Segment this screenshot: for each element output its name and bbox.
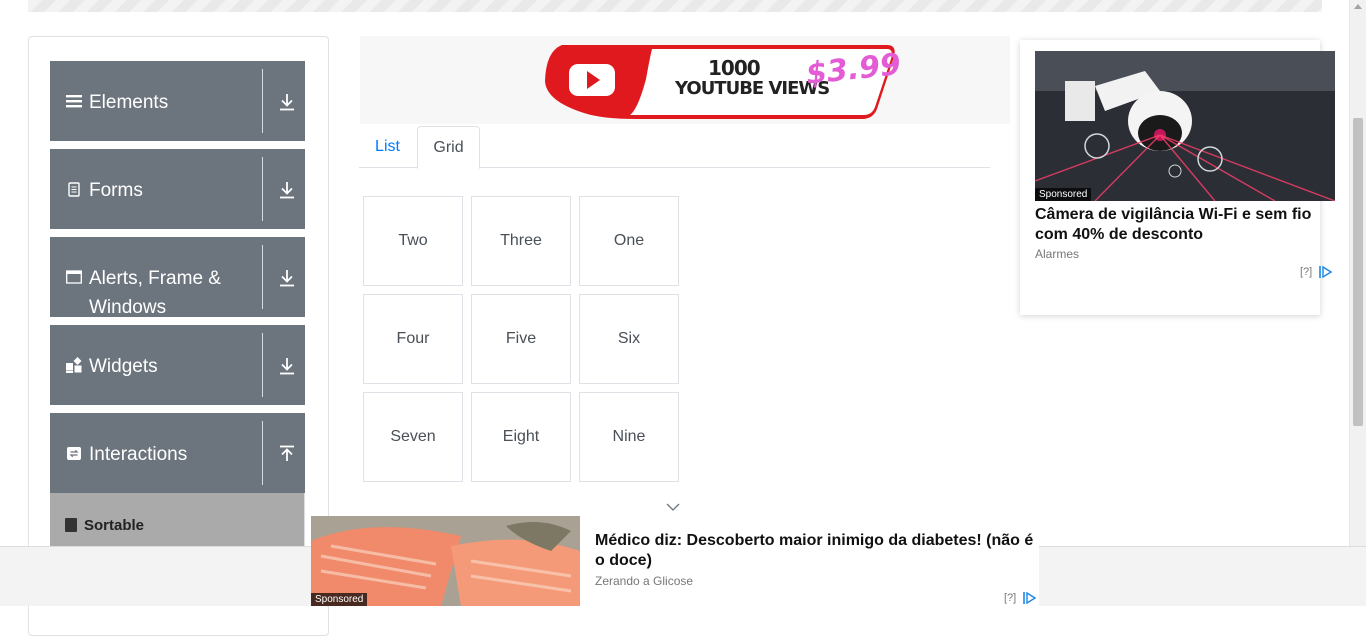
- grid-item[interactable]: Nine: [579, 392, 679, 482]
- form-icon: [66, 181, 82, 197]
- banner-ad-line1: 1000: [708, 56, 761, 80]
- download-arrow-icon[interactable]: [278, 269, 296, 287]
- menu-group-interactions[interactable]: Interactions: [50, 413, 305, 493]
- grid-item[interactable]: One: [579, 196, 679, 286]
- menu-item-sortable[interactable]: Sortable: [50, 493, 305, 553]
- bottom-sponsored-ad[interactable]: Sponsored Médico diz: Descoberto maior i…: [311, 516, 1039, 606]
- grid-item[interactable]: Six: [579, 294, 679, 384]
- download-arrow-icon[interactable]: [278, 357, 296, 375]
- divider: [262, 245, 263, 309]
- grid-item[interactable]: Four: [363, 294, 463, 384]
- menu-group-label: Interactions: [89, 444, 188, 465]
- ad-headline[interactable]: Câmera de vigilância Wi-Fi e sem fio com…: [1035, 205, 1320, 245]
- security-camera-image: Sponsored: [1035, 51, 1335, 201]
- sponsored-label: Sponsored: [1035, 188, 1092, 201]
- grid-item[interactable]: Seven: [363, 392, 463, 482]
- menu-group-label: Alerts, Frame & Windows: [89, 268, 221, 318]
- divider: [262, 333, 263, 397]
- grid-item[interactable]: Three: [471, 196, 571, 286]
- menu-group-label: Widgets: [89, 356, 158, 377]
- vertical-scrollbar[interactable]: [1349, 0, 1366, 606]
- grid-item[interactable]: Eight: [471, 392, 571, 482]
- menu-group-alerts-frame-windows[interactable]: Alerts, Frame & Windows: [50, 237, 305, 318]
- grid-item[interactable]: Five: [471, 294, 571, 384]
- ad-source[interactable]: Zerando a Glicose: [595, 574, 693, 588]
- scroll-up-arrow-icon[interactable]: [1354, 4, 1362, 9]
- fish-fillet-image: Sponsored: [311, 516, 580, 606]
- download-arrow-icon[interactable]: [278, 181, 296, 199]
- sponsored-label: Sponsored: [311, 593, 368, 606]
- divider: [262, 421, 263, 485]
- scroll-thumb[interactable]: [1353, 118, 1363, 426]
- ad-info-link[interactable]: [?]: [1004, 592, 1016, 604]
- list-grid-tabs: List Grid: [359, 126, 990, 169]
- menu-group-elements[interactable]: Elements: [50, 61, 305, 141]
- chevron-down-icon[interactable]: [666, 500, 680, 514]
- interactions-icon: [66, 445, 82, 461]
- divider: [262, 69, 263, 133]
- menu-group-widgets[interactable]: Widgets: [50, 325, 305, 405]
- upload-arrow-icon[interactable]: [278, 445, 296, 463]
- security-camera-illustration: [1035, 51, 1335, 201]
- menu-item-label: Sortable: [84, 517, 145, 534]
- ad-info-link[interactable]: [?]: [1300, 266, 1312, 278]
- adchoices-icon[interactable]: [1022, 591, 1036, 605]
- download-arrow-icon[interactable]: [278, 93, 296, 111]
- widgets-icon: [66, 357, 82, 373]
- window-icon: [66, 269, 82, 285]
- tab-grid[interactable]: Grid: [417, 126, 480, 169]
- ad-headline[interactable]: Médico diz: Descoberto maior inimigo da …: [595, 531, 1039, 571]
- adchoices-icon[interactable]: [1318, 265, 1332, 279]
- menu-group-forms[interactable]: Forms: [50, 149, 305, 229]
- banner-ad[interactable]: 1000 YOUTUBE VIEWS $3.99: [360, 36, 1010, 124]
- list-icon: [66, 93, 82, 109]
- menu-group-label: Elements: [89, 92, 169, 113]
- html5-icon: [65, 518, 77, 532]
- divider: [262, 157, 263, 221]
- right-sponsored-ad[interactable]: Sponsored Câmera de vigilância Wi-Fi e s…: [1020, 40, 1335, 315]
- grid-item[interactable]: Two: [363, 196, 463, 286]
- top-decorative-strip: [28, 0, 1322, 12]
- tab-list[interactable]: List: [359, 126, 416, 168]
- menu-group-label: Forms: [89, 180, 143, 201]
- ad-source[interactable]: Alarmes: [1035, 247, 1079, 261]
